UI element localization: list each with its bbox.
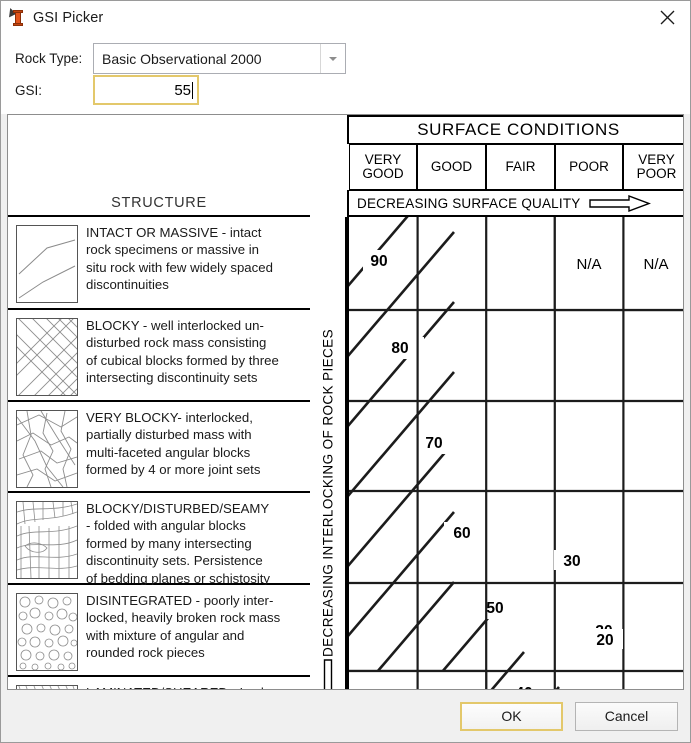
structure-header: STRUCTURE (8, 115, 310, 217)
gsi-chart-svg: 90 80 70 60 50 40 30 30 (349, 217, 683, 690)
gsi-label-80: 80 (391, 340, 408, 357)
rock-type-label: Rock Type: (15, 51, 83, 66)
title-bar: GSI Picker (1, 1, 690, 34)
rock-type-value: Basic Observational 2000 (102, 50, 262, 67)
laminated-sheared-thumb (16, 685, 78, 689)
chevron-down-icon[interactable] (320, 44, 345, 73)
gsi-label-60: 60 (453, 525, 470, 542)
structure-desc-very-blocky: VERY BLOCKY- interlocked, partially distu… (86, 410, 261, 478)
column-header-good: GOOD (417, 144, 486, 190)
close-icon[interactable] (644, 1, 690, 34)
structure-row-blocky-disturbed-seamy[interactable]: BLOCKY/DISTURBED/SEAMY - folded with ang… (8, 493, 310, 586)
arrow-down-icon (318, 659, 337, 689)
arrow-right-icon (588, 194, 651, 212)
form-area: Rock Type: Basic Observational 2000 GSI:… (1, 34, 690, 114)
structure-row-disintegrated[interactable]: DISINTEGRATED - poorly inter-locked, hea… (8, 585, 310, 677)
blocky-thumb (16, 318, 78, 396)
na-cell-0-3: N/A (576, 256, 601, 273)
gsi-label-90: 90 (370, 253, 387, 270)
structure-desc-disintegrated: DISINTEGRATED - poorly inter-locked, hea… (86, 593, 281, 661)
very-blocky-thumb (16, 410, 78, 488)
text-caret (192, 81, 193, 99)
gsi-label-50: 50 (486, 600, 503, 617)
decreasing-interlocking-label: DECREASING INTERLOCKING OF ROCK PIECES (320, 328, 335, 657)
gsi-label-30: 30 (563, 553, 580, 570)
ok-button[interactable]: OK (460, 701, 563, 731)
na-cell-0-4: N/A (643, 256, 668, 273)
gsi-contour-chart[interactable]: 90 80 70 60 50 40 30 30 (347, 217, 683, 690)
column-header-very-good: VERY GOOD (349, 144, 417, 190)
rock-type-row: Rock Type: Basic Observational 2000 (15, 43, 346, 74)
gsi-label-20: 20 (596, 632, 613, 649)
structure-desc-laminated-sheared: LAMINATED/SHEARED - Lackof blockiness du… (86, 683, 291, 689)
structure-row-laminated-sheared[interactable]: LAMINATED/SHEARED - Lackof blockiness du… (8, 677, 310, 689)
cancel-button[interactable]: Cancel (575, 701, 678, 731)
structure-row-blocky[interactable]: BLOCKY - well interlocked un-disturbed r… (8, 310, 310, 402)
column-header-fair: FAIR (486, 144, 555, 190)
gsi-chart-table: STRUCTURE SURFACE CONDITIONS VERY GOOD GO… (7, 114, 684, 690)
column-header-very-poor: VERY POOR (623, 144, 683, 190)
structure-desc-intact-massive: INTACT OR MASSIVE - intact rock specimens… (86, 225, 273, 293)
gsi-row: GSI: 55 (15, 75, 199, 105)
button-bar: OK Cancel (1, 690, 690, 742)
decreasing-surface-quality-label: DECREASING SURFACE QUALITY (347, 190, 683, 217)
gsi-picker-dialog: GSI Picker Rock Type: Basic Observationa… (0, 0, 691, 743)
structure-desc-blocky-disturbed-seamy: BLOCKY/DISTURBED/SEAMY - folded with ang… (86, 501, 271, 586)
structure-row-very-blocky[interactable]: VERY BLOCKY- interlocked, partially distu… (8, 402, 310, 493)
gsi-input[interactable]: 55 (93, 75, 199, 105)
gsi-label-70: 70 (425, 435, 442, 452)
gsi-label: GSI: (15, 82, 43, 98)
rock-core-icon (5, 6, 29, 29)
window-title: GSI Picker (33, 9, 104, 26)
surface-conditions-header: SURFACE CONDITIONS (347, 115, 683, 144)
blocky-disturbed-seamy-thumb (16, 501, 78, 579)
decreasing-interlocking-axis: DECREASING INTERLOCKING OF ROCK PIECES (310, 217, 347, 689)
gsi-label-40: 40 (515, 685, 532, 690)
rock-type-select[interactable]: Basic Observational 2000 (93, 43, 346, 74)
gsi-value: 55 (174, 81, 191, 99)
column-header-poor: POOR (555, 144, 623, 190)
intact-massive-thumb (16, 225, 78, 303)
structure-row-intact-massive[interactable]: INTACT OR MASSIVE - intact rock specimens… (8, 217, 310, 310)
disintegrated-thumb (16, 593, 78, 671)
structure-desc-blocky: BLOCKY - well interlocked un-disturbed r… (86, 318, 279, 386)
